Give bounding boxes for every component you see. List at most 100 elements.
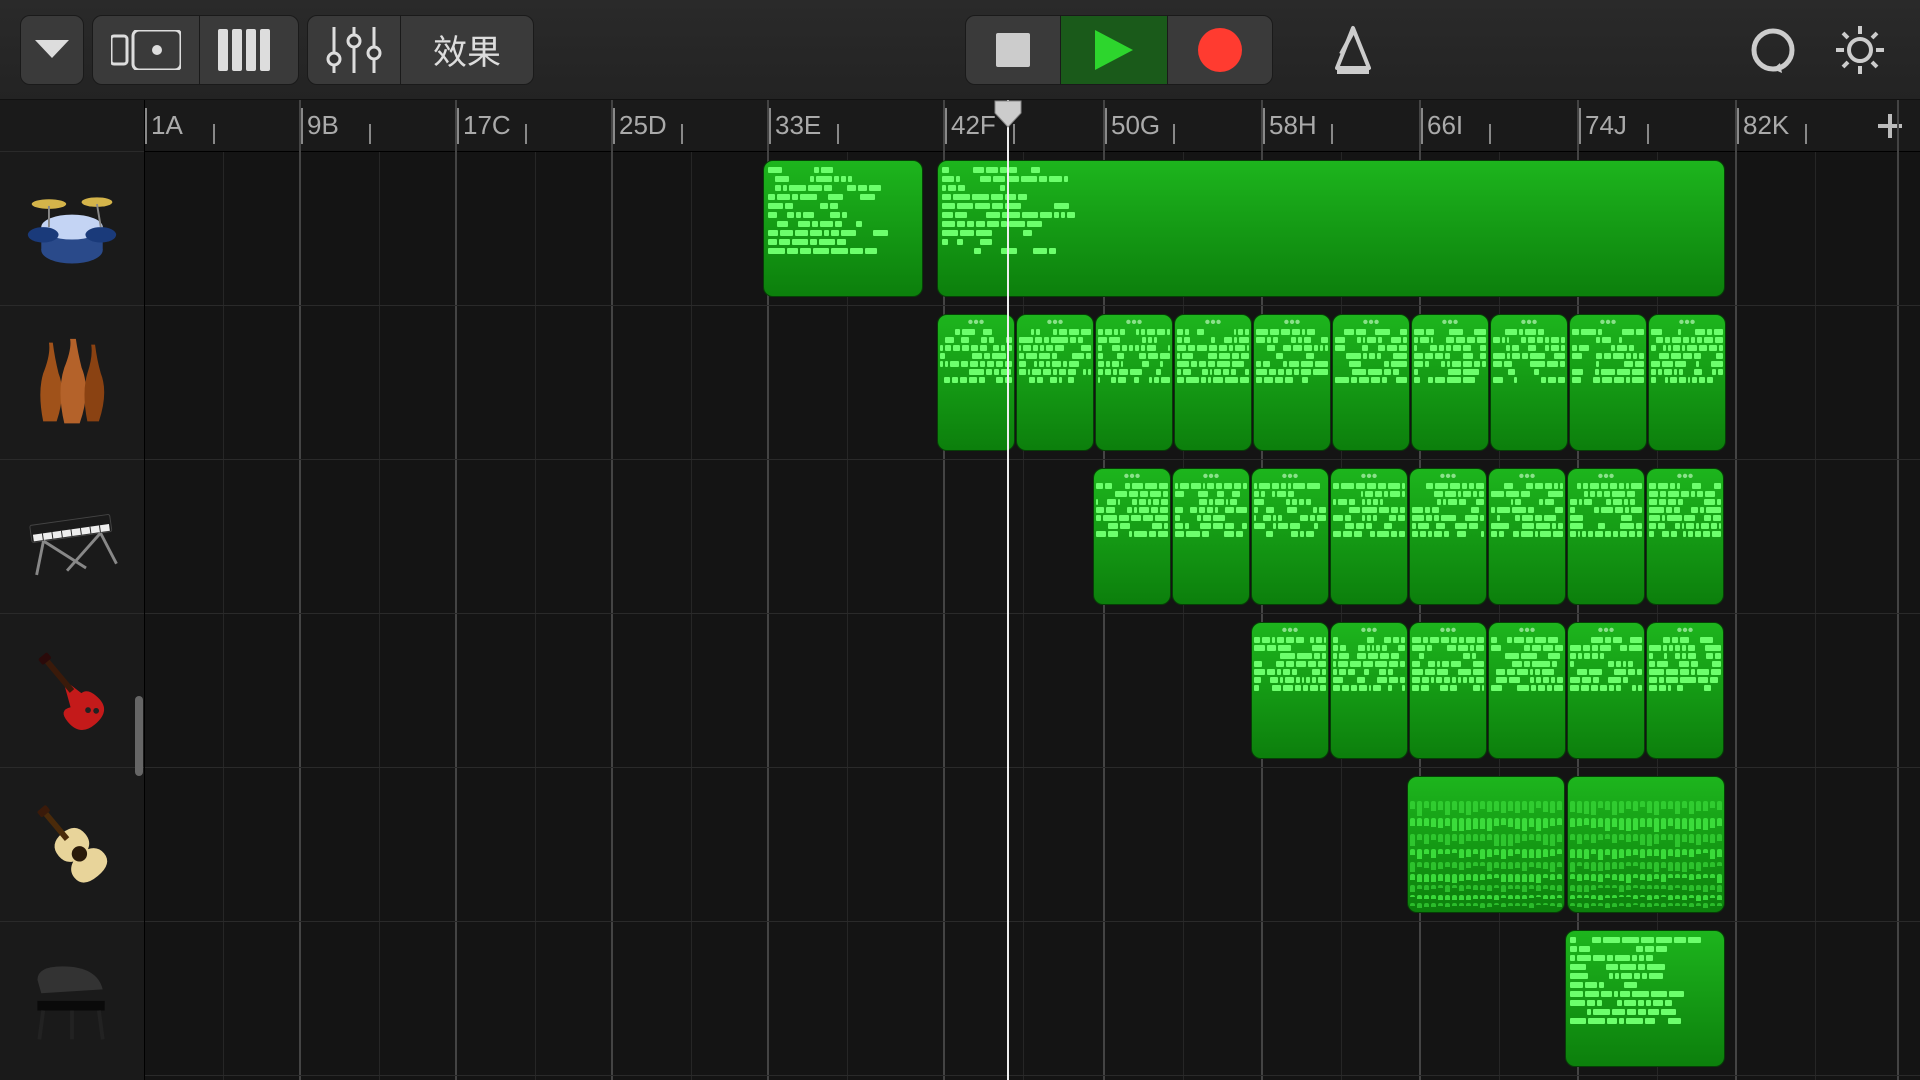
track-header-strings[interactable] (0, 306, 144, 460)
region[interactable]: ••• (1253, 314, 1331, 451)
track-row[interactable] (145, 768, 1920, 922)
record-button[interactable] (1168, 16, 1272, 84)
track-header-acoustic-guitar[interactable] (0, 768, 144, 922)
tracks-view-icon (111, 30, 181, 70)
region[interactable]: ••• (1488, 468, 1566, 605)
metronome-button[interactable] (1313, 24, 1393, 76)
region[interactable]: ••• (1016, 314, 1094, 451)
plus-icon (1876, 112, 1904, 140)
view-mode-group (92, 15, 299, 85)
stop-button[interactable] (966, 16, 1061, 84)
ruler-marker[interactable]: 66I (1421, 100, 1463, 151)
track-header-keyboard[interactable] (0, 460, 144, 614)
ruler-marker[interactable]: 82K (1737, 100, 1789, 151)
region[interactable]: ••• (1332, 314, 1410, 451)
track-header-drums[interactable] (0, 152, 144, 306)
settings-button[interactable] (1820, 24, 1900, 76)
playhead[interactable] (1007, 100, 1009, 1080)
ruler-label: 1A (145, 110, 183, 141)
track-header-piano[interactable] (0, 922, 144, 1076)
region[interactable]: ••• (1411, 314, 1489, 451)
ruler-label: 66I (1421, 110, 1463, 141)
region[interactable] (1565, 930, 1725, 1067)
stop-icon (996, 33, 1030, 67)
chevron-down-icon (35, 40, 69, 60)
ruler-marker[interactable]: 1A (145, 100, 183, 151)
track-scroll-indicator[interactable] (135, 696, 143, 776)
mixer-button[interactable] (308, 16, 401, 84)
grand-piano-icon (22, 949, 122, 1049)
region[interactable]: ••• (1648, 314, 1726, 451)
region[interactable] (1567, 776, 1725, 913)
tracks-view-button[interactable] (93, 16, 200, 84)
ruler-marker[interactable]: 74J (1579, 100, 1627, 151)
ruler-marker[interactable]: 58H (1263, 100, 1317, 151)
ruler-label: 58H (1263, 110, 1317, 141)
dropdown-button[interactable] (20, 15, 84, 85)
transport-group (965, 15, 1273, 85)
region[interactable]: ••• (1174, 314, 1252, 451)
drums-icon (22, 179, 122, 279)
arrange-area[interactable]: 1A 9B 17C 25D 33E 42F (145, 100, 1920, 1080)
ruler-marker[interactable]: 50G (1105, 100, 1160, 151)
region[interactable]: ••• (1251, 468, 1329, 605)
ruler-label: 50G (1105, 110, 1160, 141)
region[interactable]: ••• (1093, 468, 1171, 605)
track-row[interactable] (145, 922, 1920, 1076)
ruler-marker[interactable]: 17C (457, 100, 511, 151)
ruler-label: 9B (301, 110, 339, 141)
track-row[interactable]: •••••••••••••••••• (145, 614, 1920, 768)
strings-icon (22, 333, 122, 433)
keyboard-icon (22, 487, 122, 587)
ruler-marker[interactable]: 42F (945, 100, 996, 151)
ruler-label: 82K (1737, 110, 1789, 141)
fx-label: 效果 (419, 25, 515, 74)
loop-icon (1748, 25, 1798, 75)
ruler-label: 74J (1579, 110, 1627, 141)
region[interactable]: ••• (1095, 314, 1173, 451)
region[interactable]: ••• (1490, 314, 1568, 451)
region[interactable]: ••• (1488, 622, 1566, 759)
region[interactable]: ••• (1330, 622, 1408, 759)
ruler-label: 25D (613, 110, 667, 141)
track-header-column (0, 100, 145, 1080)
mixer-icon (326, 27, 382, 73)
region[interactable] (937, 160, 1725, 297)
region[interactable]: ••• (1409, 468, 1487, 605)
ruler-marker[interactable]: 9B (301, 100, 339, 151)
add-section-button[interactable] (1872, 108, 1908, 144)
loop-button[interactable] (1734, 25, 1812, 75)
fx-button[interactable]: 效果 (401, 16, 533, 84)
region[interactable]: ••• (1567, 468, 1645, 605)
record-icon (1198, 28, 1242, 72)
ruler-marker[interactable]: 33E (769, 100, 821, 151)
region[interactable] (1407, 776, 1565, 913)
ruler-label: 42F (945, 110, 996, 141)
track-row[interactable] (145, 152, 1920, 306)
ruler-marker[interactable]: 25D (613, 100, 667, 151)
track-header-electric-guitar[interactable] (0, 614, 144, 768)
acoustic-guitar-icon (22, 795, 122, 895)
region[interactable]: ••• (1646, 468, 1724, 605)
region[interactable]: ••• (1172, 468, 1250, 605)
region[interactable] (763, 160, 923, 297)
track-row[interactable]: •••••••••••••••••••••••• (145, 460, 1920, 614)
electric-guitar-icon (22, 641, 122, 741)
track-row[interactable]: •••••••••••••••••••••••••••••• (145, 306, 1920, 460)
ruler-label: 17C (457, 110, 511, 141)
timeline-ruler[interactable]: 1A 9B 17C 25D 33E 42F (145, 100, 1920, 152)
region[interactable]: ••• (1569, 314, 1647, 451)
controls-group: 效果 (307, 15, 534, 85)
region[interactable]: ••• (937, 314, 1015, 451)
toolbar: 效果 (0, 0, 1920, 100)
play-button[interactable] (1061, 16, 1168, 84)
region[interactable]: ••• (1330, 468, 1408, 605)
piano-view-button[interactable] (200, 16, 298, 84)
region[interactable]: ••• (1409, 622, 1487, 759)
region-rows: •••••••••••••••••••••••••••••• •••••••••… (145, 152, 1920, 1080)
region[interactable]: ••• (1567, 622, 1645, 759)
region[interactable]: ••• (1251, 622, 1329, 759)
ruler-label: 33E (769, 110, 821, 141)
playhead-handle-icon (993, 100, 1023, 129)
region[interactable]: ••• (1646, 622, 1724, 759)
